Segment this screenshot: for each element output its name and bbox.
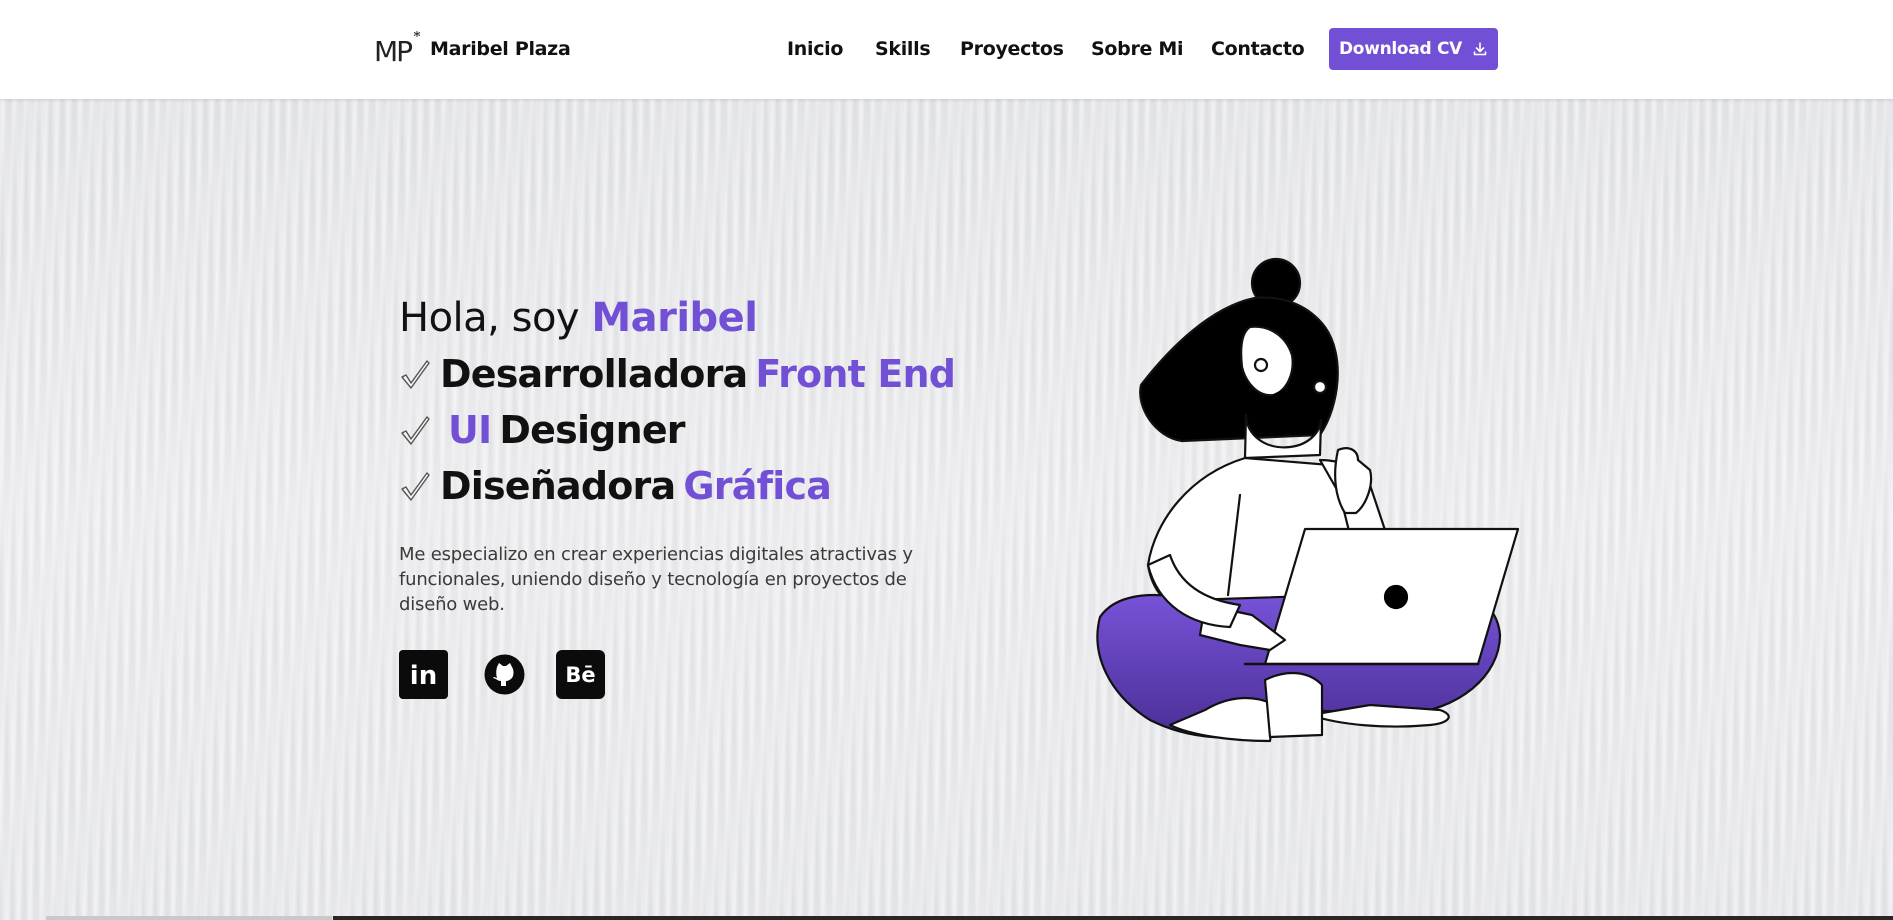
svg-text:Bē: Bē — [565, 663, 595, 687]
behance-icon: Bē — [556, 650, 605, 699]
hero-greeting: Hola, soy Maribel — [399, 290, 999, 346]
role-front-end: Desarrolladora Front End — [399, 346, 999, 402]
next-section-edge — [333, 916, 1893, 920]
role-ui-designer: UI Designer — [399, 402, 999, 458]
download-cv-label: Download CV — [1339, 39, 1462, 59]
main-nav: Inicio Skills Proyectos Sobre Mi Contact… — [0, 28, 1893, 70]
nav-link-sobre-mi[interactable]: Sobre Mi — [1091, 38, 1184, 60]
role-highlight: Front End — [755, 352, 956, 396]
github-icon — [484, 654, 525, 695]
hero-text: Hola, soy Maribel Desarrolladora Front En… — [399, 290, 999, 617]
divider-line — [46, 916, 332, 920]
greeting-name: Maribel — [591, 295, 758, 341]
checkmark-icon — [401, 471, 430, 501]
download-cv-button[interactable]: Download CV — [1329, 28, 1498, 70]
linkedin-link[interactable]: in — [399, 650, 448, 699]
role-highlight: UI — [448, 408, 492, 452]
nav-link-proyectos[interactable]: Proyectos — [960, 38, 1064, 60]
role-graphic-designer: Diseñadora Gráfica — [399, 458, 999, 514]
download-icon — [1473, 42, 1487, 56]
nav-link-skills[interactable]: Skills — [875, 38, 931, 60]
github-link[interactable] — [480, 650, 529, 699]
checkmark-icon — [401, 359, 430, 389]
role-title: Designer — [499, 408, 685, 452]
role-title: Desarrolladora — [440, 352, 748, 396]
behance-link[interactable]: Bē — [556, 650, 605, 699]
laptop-logo — [1383, 584, 1409, 610]
top-navbar: MP Maribel Plaza Inicio Skills Proyectos… — [0, 0, 1893, 99]
hero-illustration — [1096, 257, 1520, 743]
greeting-prefix: Hola, soy — [399, 295, 592, 341]
role-highlight: Gráfica — [683, 464, 832, 508]
checkmark-icon — [401, 415, 430, 445]
role-title: Diseñadora — [440, 464, 676, 508]
nav-link-inicio[interactable]: Inicio — [787, 38, 843, 60]
nav-link-contacto[interactable]: Contacto — [1211, 38, 1305, 60]
svg-text:in: in — [410, 661, 437, 691]
linkedin-icon: in — [399, 650, 448, 699]
hero-description: Me especializo en crear experiencias dig… — [399, 544, 913, 615]
